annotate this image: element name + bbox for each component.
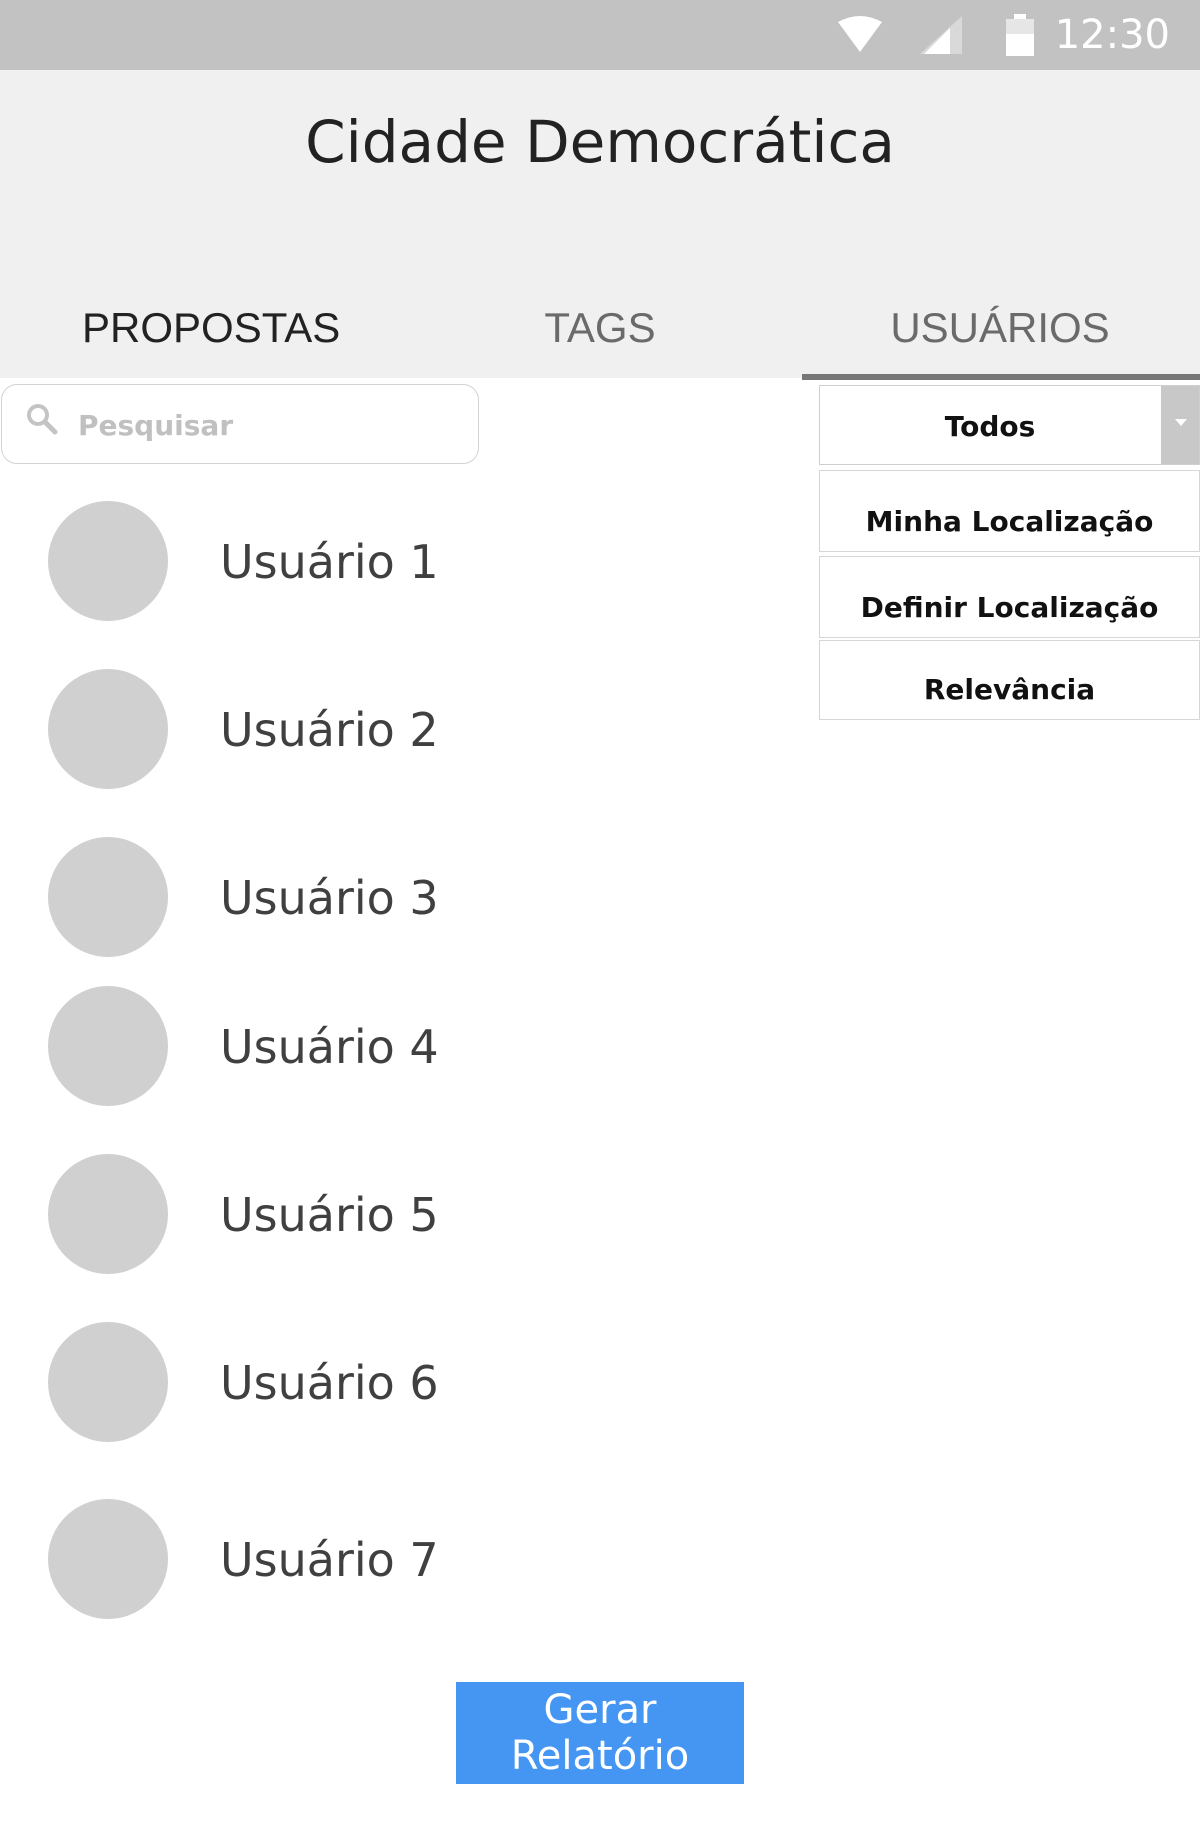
list-item[interactable]: Usuário 5: [0, 1154, 780, 1276]
status-time: 12:30: [1054, 12, 1170, 58]
avatar: [48, 1154, 168, 1274]
list-item[interactable]: Usuário 4: [0, 986, 780, 1108]
generate-report-button[interactable]: Gerar Relatório: [456, 1682, 744, 1784]
search-box[interactable]: [1, 384, 479, 464]
list-item[interactable]: Usuário 2: [0, 669, 780, 791]
tab-propostas[interactable]: PROPOSTAS: [82, 280, 402, 376]
battery-icon: [1006, 14, 1034, 61]
avatar: [48, 1499, 168, 1619]
signal-icon: [920, 16, 962, 59]
user-name: Usuário 3: [220, 871, 439, 925]
dropdown-arrow-button[interactable]: [1161, 386, 1199, 464]
user-name: Usuário 2: [220, 703, 439, 757]
list-item[interactable]: Usuário 3: [0, 837, 780, 959]
wifi-icon: [838, 16, 882, 57]
user-name: Usuário 5: [220, 1188, 439, 1242]
tab-usuarios[interactable]: USUÁRIOS: [800, 280, 1200, 376]
user-name: Usuário 4: [220, 1020, 439, 1074]
tab-tags[interactable]: TAGS: [450, 280, 750, 376]
app-title: Cidade Democrática: [305, 108, 895, 176]
avatar: [48, 986, 168, 1106]
filter-option-relevancia[interactable]: Relevância: [819, 640, 1200, 720]
user-name: Usuário 6: [220, 1356, 439, 1410]
filter-selected-value: Todos: [944, 410, 1036, 443]
list-item[interactable]: Usuário 6: [0, 1322, 780, 1444]
filter-select[interactable]: Todos: [819, 385, 1200, 465]
list-item[interactable]: Usuário 7: [0, 1499, 780, 1621]
list-item[interactable]: Usuário 1: [0, 501, 780, 623]
active-tab-indicator: [802, 374, 1200, 380]
chevron-down-icon: [1175, 419, 1187, 426]
search-icon: [26, 403, 58, 440]
avatar: [48, 501, 168, 621]
avatar: [48, 1322, 168, 1442]
status-bar: 12:30: [0, 0, 1200, 70]
filter-option-definir-localizacao[interactable]: Definir Localização: [819, 556, 1200, 638]
user-name: Usuário 7: [220, 1533, 439, 1587]
avatar: [48, 669, 168, 789]
app-header: Cidade Democrática PROPOSTAS TAGS USUÁRI…: [0, 70, 1200, 380]
user-name: Usuário 1: [220, 535, 439, 589]
avatar: [48, 837, 168, 957]
filter-option-minha-localizacao[interactable]: Minha Localização: [819, 470, 1200, 552]
search-input[interactable]: [76, 399, 460, 451]
